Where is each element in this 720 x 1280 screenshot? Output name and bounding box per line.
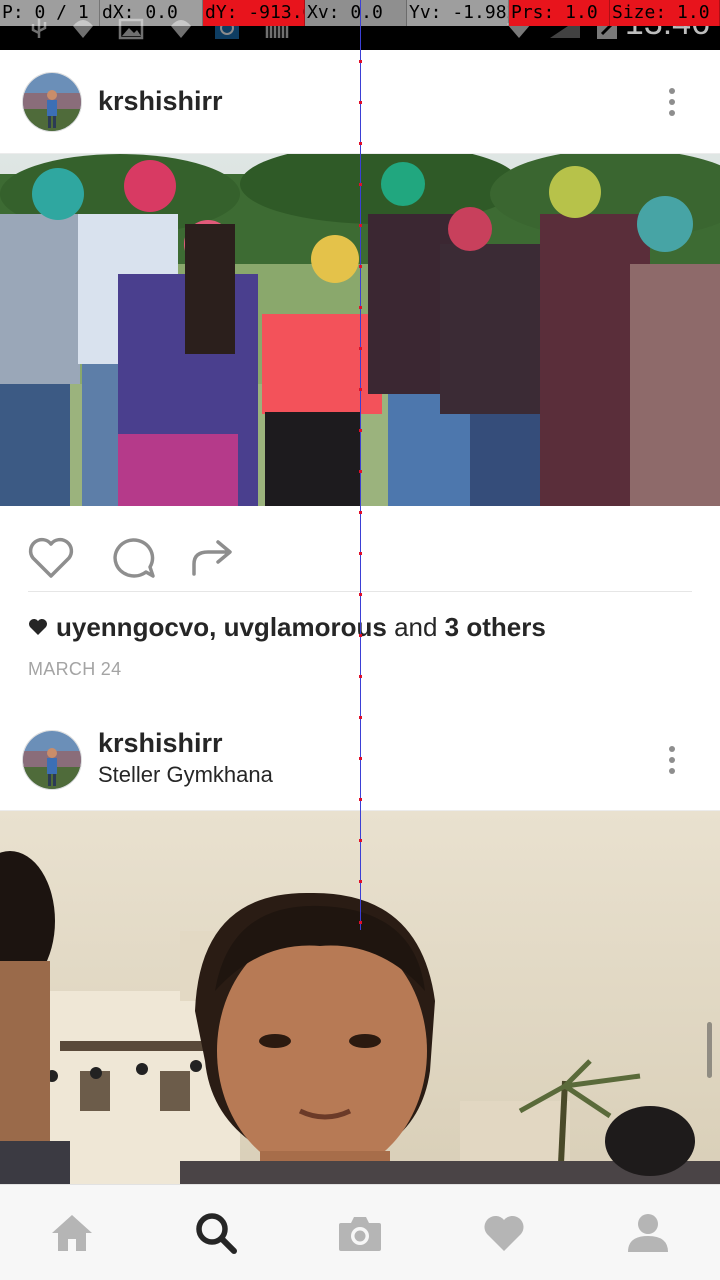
profile-icon	[628, 1214, 668, 1252]
nav-home[interactable]	[0, 1185, 144, 1280]
post-date: MARCH 24	[28, 659, 122, 679]
pointer-trace-dot	[359, 429, 362, 432]
pointer-trace-dot	[359, 306, 362, 309]
pointer-trace-dot	[359, 142, 362, 145]
pointer-trace-dot	[359, 880, 362, 883]
camera-icon	[339, 1217, 381, 1251]
nav-search[interactable]	[144, 1185, 288, 1280]
post-username[interactable]: krshishirr	[98, 728, 223, 759]
pointer-trace-dot	[359, 470, 362, 473]
pointer-trace-line	[360, 0, 361, 930]
post-username[interactable]: krshishirr	[98, 86, 223, 117]
pointer-count: P: 0 / 1	[0, 0, 100, 26]
pointer-trace-dot	[359, 183, 362, 186]
likes-and-text: and	[386, 611, 445, 642]
pointer-dy: dY: -913.0	[203, 0, 305, 26]
more-options-icon[interactable]	[660, 85, 684, 125]
nav-activity[interactable]	[432, 1185, 576, 1280]
scrollbar-thumb[interactable]	[707, 1022, 712, 1078]
pointer-trace-dot	[359, 757, 362, 760]
pointer-trace-dot	[359, 552, 362, 555]
pointer-trace-dot	[359, 60, 362, 63]
pointer-trace-dot	[359, 388, 362, 391]
nav-camera[interactable]	[288, 1185, 432, 1280]
pointer-trace-dot	[359, 224, 362, 227]
liker-username-2[interactable]: uvglamorous	[224, 612, 387, 643]
more-options-icon[interactable]	[660, 743, 684, 783]
likes-separator: ,	[209, 611, 224, 642]
home-icon	[52, 1215, 92, 1251]
heart-icon	[484, 1215, 524, 1251]
likes-summary[interactable]: uyenngocvo , uvglamorous and 3 others	[28, 610, 546, 644]
pointer-trace-dot	[359, 593, 362, 596]
search-icon	[196, 1213, 237, 1254]
comment-icon[interactable]	[108, 534, 158, 582]
pointer-trace-dot	[359, 675, 362, 678]
post-location[interactable]: Steller Gymkhana	[98, 762, 273, 788]
avatar-photo	[23, 731, 81, 789]
avatar[interactable]	[22, 72, 82, 132]
pointer-trace-dot	[359, 716, 362, 719]
pointer-trace-dot	[359, 798, 362, 801]
pointer-trace-dot	[359, 634, 362, 637]
pointer-trace-dot	[359, 101, 362, 104]
pointer-dx: dX: 0.0	[100, 0, 203, 26]
pointer-xv: Xv: 0.0	[305, 0, 407, 26]
likes-others-count[interactable]: 3 others	[445, 612, 546, 643]
pointer-size: Size: 1.0	[610, 0, 720, 26]
avatar[interactable]	[22, 730, 82, 790]
small-heart-icon	[29, 619, 47, 635]
share-icon[interactable]	[188, 534, 238, 582]
like-icon[interactable]	[26, 534, 76, 582]
pointer-trace-dot	[359, 921, 362, 924]
pointer-trace-dot	[359, 265, 362, 268]
pointer-trace-dot	[359, 839, 362, 842]
pointer-yv: Yv: -1.982	[407, 0, 509, 26]
pointer-trace-dot	[359, 347, 362, 350]
pointer-pressure: Prs: 1.0	[509, 0, 610, 26]
nav-profile[interactable]	[576, 1185, 720, 1280]
bottom-navigation	[0, 1184, 720, 1280]
avatar-photo	[23, 73, 81, 131]
liker-username-1[interactable]: uyenngocvo	[56, 612, 209, 643]
pointer-trace-dot	[359, 511, 362, 514]
